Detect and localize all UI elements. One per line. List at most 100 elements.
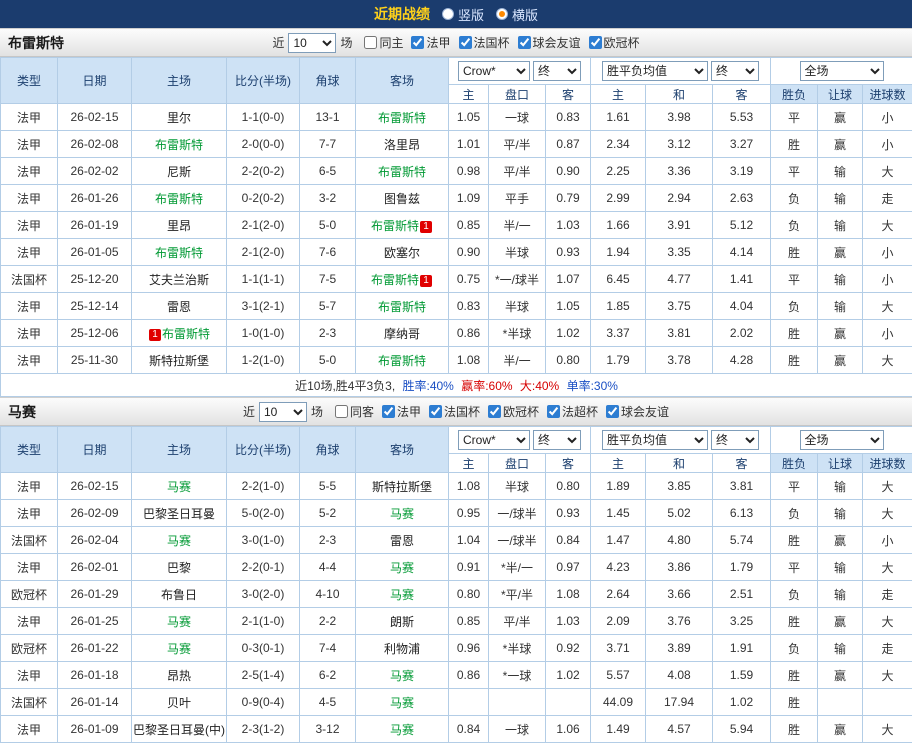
radio-unchecked-icon[interactable] xyxy=(441,8,454,20)
checkbox-input[interactable] xyxy=(588,36,602,49)
away-team[interactable]: 摩纳哥 xyxy=(355,319,449,347)
score[interactable]: 5-0(2-0) xyxy=(226,499,300,527)
score[interactable]: 1-1(0-0) xyxy=(226,103,300,131)
away-team[interactable]: 马赛 xyxy=(355,661,449,689)
score[interactable]: 2-1(1-0) xyxy=(226,607,300,635)
score[interactable]: 2-5(1-4) xyxy=(226,661,300,689)
bookmaker-select[interactable]: Crow* xyxy=(458,61,530,81)
checkbox-input[interactable] xyxy=(334,405,348,418)
score[interactable]: 0-3(0-1) xyxy=(226,634,300,662)
home-team[interactable]: 马赛 xyxy=(131,526,227,554)
filter-checkbox[interactable]: 欧冠杯 xyxy=(588,34,640,51)
home-team[interactable]: 马赛 xyxy=(131,472,227,500)
score[interactable]: 3-1(2-1) xyxy=(226,292,300,320)
scope-select[interactable]: 全场 xyxy=(799,61,884,81)
checkbox-input[interactable] xyxy=(488,405,502,418)
away-team[interactable]: 洛里昂 xyxy=(355,130,449,158)
avg-time-select[interactable]: 终 xyxy=(711,430,760,450)
checkbox-input[interactable] xyxy=(517,36,531,49)
checkbox-input[interactable] xyxy=(429,405,442,418)
away-team[interactable]: 朗斯 xyxy=(355,607,449,635)
checkbox-input[interactable] xyxy=(411,36,425,49)
away-team[interactable]: 图鲁兹 xyxy=(355,184,449,212)
home-team[interactable]: 巴黎 xyxy=(131,553,227,581)
home-team[interactable]: 1 布雷斯特 xyxy=(131,319,227,347)
filter-checkbox[interactable]: 球会友谊 xyxy=(517,34,581,51)
score[interactable]: 2-0(0-0) xyxy=(226,130,300,158)
filter-checkbox[interactable]: 同主 xyxy=(364,34,403,51)
filter-checkbox[interactable]: 法超杯 xyxy=(547,403,598,420)
home-team[interactable]: 马赛 xyxy=(131,607,227,635)
match-count-select[interactable]: 10 xyxy=(288,32,337,53)
home-team[interactable]: 布雷斯特 xyxy=(131,238,227,266)
score[interactable]: 0-9(0-4) xyxy=(226,688,300,716)
home-team[interactable]: 巴黎圣日耳曼(中) xyxy=(131,715,227,743)
score[interactable]: 2-2(1-0) xyxy=(226,472,300,500)
away-team[interactable]: 马赛 xyxy=(355,715,449,743)
home-team[interactable]: 里昂 xyxy=(131,211,227,239)
score[interactable]: 2-3(1-2) xyxy=(226,715,300,743)
away-team[interactable]: 布雷斯特 xyxy=(355,292,449,320)
filter-checkbox[interactable]: 法甲 xyxy=(411,34,451,51)
home-team[interactable]: 斯特拉斯堡 xyxy=(131,346,227,374)
away-team[interactable]: 马赛 xyxy=(355,580,449,608)
score[interactable]: 2-1(2-0) xyxy=(226,211,300,239)
checkbox-input[interactable] xyxy=(458,36,472,49)
checkbox-input[interactable] xyxy=(547,405,561,418)
away-team[interactable]: 布雷斯特 xyxy=(355,157,449,185)
score[interactable]: 1-0(1-0) xyxy=(226,319,300,347)
away-team[interactable]: 马赛 xyxy=(355,553,449,581)
score[interactable]: 2-2(0-1) xyxy=(226,553,300,581)
odds-time-select[interactable]: 终 xyxy=(533,430,581,450)
away-team[interactable]: 欧塞尔 xyxy=(355,238,449,266)
score[interactable]: 1-2(1-0) xyxy=(226,346,300,374)
home-team[interactable]: 马赛 xyxy=(131,634,227,662)
home-team[interactable]: 巴黎圣日耳曼 xyxy=(131,499,227,527)
filter-checkbox[interactable]: 法国杯 xyxy=(458,34,510,51)
away-team[interactable]: 布雷斯特 1 xyxy=(355,211,449,239)
checkbox-input[interactable] xyxy=(606,405,620,418)
avg-home: 1.47 xyxy=(590,526,647,554)
filter-checkbox[interactable]: 欧冠杯 xyxy=(488,403,539,420)
away-team[interactable]: 斯特拉斯堡 xyxy=(355,472,449,500)
filter-checkbox[interactable]: 法甲 xyxy=(381,403,421,420)
home-team[interactable]: 里尔 xyxy=(131,103,227,131)
home-team[interactable]: 布雷斯特 xyxy=(131,130,227,158)
scope-select[interactable]: 全场 xyxy=(799,430,884,450)
odds-time-select[interactable]: 终 xyxy=(533,61,581,81)
radio-horizontal-layout[interactable]: 横版 xyxy=(496,5,538,24)
avg-odds-select[interactable]: 胜平负均值 xyxy=(602,430,709,450)
avg-time-select[interactable]: 终 xyxy=(711,61,760,81)
score[interactable]: 3-0(2-0) xyxy=(226,580,300,608)
filter-checkbox[interactable]: 同客 xyxy=(334,403,374,420)
avg-odds-select[interactable]: 胜平负均值 xyxy=(602,61,709,81)
home-team[interactable]: 尼斯 xyxy=(131,157,227,185)
home-team[interactable]: 艾夫兰治斯 xyxy=(131,265,227,293)
radio-checked-icon[interactable] xyxy=(496,8,508,20)
away-team[interactable]: 利物浦 xyxy=(355,634,449,662)
away-team[interactable]: 马赛 xyxy=(355,499,449,527)
score[interactable]: 1-1(1-1) xyxy=(226,265,300,293)
home-team[interactable]: 布鲁日 xyxy=(131,580,227,608)
away-team[interactable]: 布雷斯特 xyxy=(355,346,449,374)
corners: 4-4 xyxy=(299,553,356,581)
match-count-select[interactable]: 10 xyxy=(258,401,307,422)
filter-checkbox[interactable]: 球会友谊 xyxy=(606,403,669,420)
home-team[interactable]: 贝叶 xyxy=(131,688,227,716)
away-team[interactable]: 布雷斯特 xyxy=(355,103,449,131)
checkbox-input[interactable] xyxy=(364,36,378,49)
score[interactable]: 0-2(0-2) xyxy=(226,184,300,212)
away-team[interactable]: 雷恩 xyxy=(355,526,449,554)
home-team[interactable]: 布雷斯特 xyxy=(131,184,227,212)
home-team[interactable]: 昂热 xyxy=(131,661,227,689)
score[interactable]: 3-0(1-0) xyxy=(226,526,300,554)
radio-vertical-layout[interactable]: 竖版 xyxy=(441,5,484,24)
away-team[interactable]: 布雷斯特 1 xyxy=(355,265,449,293)
away-team[interactable]: 马赛 xyxy=(355,688,449,716)
bookmaker-select[interactable]: Crow* xyxy=(458,430,530,450)
score[interactable]: 2-1(2-0) xyxy=(226,238,300,266)
checkbox-input[interactable] xyxy=(381,405,395,418)
home-team[interactable]: 雷恩 xyxy=(131,292,227,320)
filter-checkbox[interactable]: 法国杯 xyxy=(429,403,480,420)
score[interactable]: 2-2(0-2) xyxy=(226,157,300,185)
